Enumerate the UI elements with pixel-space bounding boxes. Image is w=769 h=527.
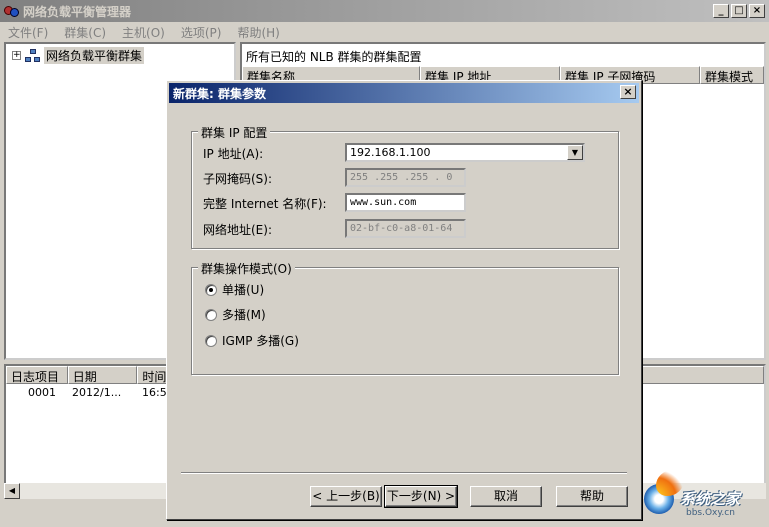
fqdn-field[interactable]: www.sun.com — [345, 193, 466, 212]
dialog-close-button[interactable]: × — [620, 85, 636, 99]
nlb-app-icon — [4, 3, 20, 19]
radio-unicast-label: 单播(U) — [222, 283, 265, 297]
radio-igmp-multicast[interactable]: IGMP 多播(G) — [205, 332, 299, 349]
dialog-separator — [181, 472, 627, 474]
radio-unicast[interactable]: 单播(U) — [205, 281, 264, 298]
chevron-down-icon[interactable]: ▼ — [567, 145, 583, 160]
cancel-button[interactable]: 取消 — [470, 486, 542, 507]
radio-unchecked-icon[interactable] — [205, 308, 217, 321]
dialog-titlebar: 新群集: 群集参数 — [169, 83, 639, 103]
col-log-date[interactable]: 日期 — [67, 366, 138, 384]
scroll-left-icon[interactable]: ◀ — [4, 483, 20, 499]
menu-options[interactable]: 选项(P) — [173, 24, 230, 41]
operation-mode-legend: 群集操作模式(O) — [198, 260, 295, 277]
log-date-cell: 2012/1... — [72, 386, 122, 399]
network-cluster-icon — [25, 48, 41, 63]
watermark-logo: 系统之家 bbs.Oxy.cn — [640, 466, 765, 524]
col-log-entry[interactable]: 日志项目 — [6, 366, 68, 384]
radio-unchecked-icon[interactable] — [205, 334, 217, 347]
menu-file[interactable]: 文件(F) — [0, 24, 56, 41]
menu-host[interactable]: 主机(O) — [114, 24, 173, 41]
close-button[interactable]: × — [749, 4, 765, 18]
expand-icon[interactable]: + — [12, 51, 21, 60]
subnet-mask-label: 子网掩码(S): — [203, 172, 273, 186]
ip-address-combo[interactable]: 192.168.1.100 ▼ — [345, 143, 585, 162]
network-address-label: 网络地址(E): — [203, 223, 272, 237]
watermark-text: 系统之家 — [680, 490, 741, 508]
network-address-field: 02-bf-c0-a8-01-64 — [345, 219, 466, 238]
ip-address-value: 192.168.1.100 — [350, 146, 431, 159]
col-cluster-mode[interactable]: 群集模式 — [700, 66, 764, 84]
subnet-mask-field: 255 .255 .255 . 0 — [345, 168, 466, 187]
back-button[interactable]: < 上一步(B) — [310, 486, 382, 507]
dialog-title: 新群集: 群集参数 — [173, 86, 266, 101]
cluster-list-header: 所有已知的 NLB 群集的群集配置 — [246, 50, 422, 64]
fqdn-label: 完整 Internet 名称(F): — [203, 197, 327, 211]
watermark-site: bbs.Oxy.cn — [686, 508, 735, 518]
ip-address-label: IP 地址(A): — [203, 147, 264, 161]
radio-checked-icon[interactable] — [205, 283, 217, 296]
tree-node-root[interactable]: + 网络负载平衡群集 — [12, 47, 145, 64]
new-cluster-dialog: 新群集: 群集参数 × 群集 IP 配置 IP 地址(A): 192.168.1… — [166, 80, 642, 520]
radio-multicast[interactable]: 多播(M) — [205, 306, 266, 323]
minimize-button[interactable]: _ — [713, 4, 729, 18]
ip-config-legend: 群集 IP 配置 — [198, 124, 271, 141]
radio-multicast-label: 多播(M) — [222, 308, 266, 322]
log-entry-cell: 0001 — [28, 386, 56, 399]
next-button[interactable]: 下一步(N) > — [384, 485, 458, 508]
maximize-button[interactable]: □ — [731, 4, 747, 18]
app-title: 网络负载平衡管理器 — [23, 4, 132, 19]
menubar: 文件(F) 群集(C) 主机(O) 选项(P) 帮助(H) — [0, 22, 769, 42]
menu-cluster[interactable]: 群集(C) — [56, 24, 114, 41]
help-button[interactable]: 帮助 — [556, 486, 628, 507]
tree-root-label: 网络负载平衡群集 — [44, 47, 145, 64]
app-titlebar: 网络负载平衡管理器 _ □ × — [0, 0, 769, 22]
radio-igmp-label: IGMP 多播(G) — [222, 334, 299, 348]
menu-help[interactable]: 帮助(H) — [229, 24, 287, 41]
